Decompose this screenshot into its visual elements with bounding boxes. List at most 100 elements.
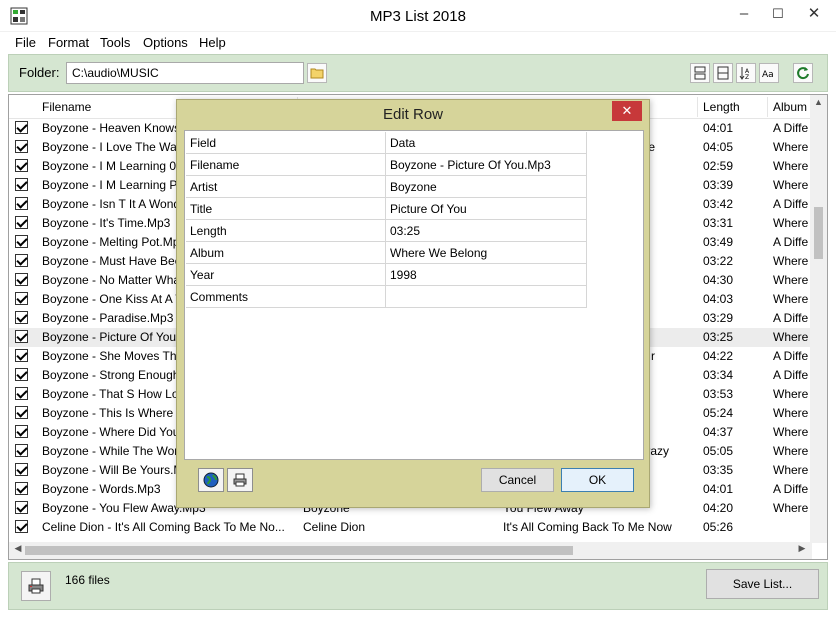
dialog-close-button[interactable]: ✕ xyxy=(612,101,642,121)
row-checkbox[interactable] xyxy=(15,425,28,438)
row-checkbox[interactable] xyxy=(15,311,28,324)
cancel-button[interactable]: Cancel xyxy=(481,468,554,492)
sort-button[interactable]: AZ xyxy=(736,63,756,83)
layout-rows-button[interactable] xyxy=(690,63,710,83)
cell-length: 02:59 xyxy=(703,159,734,173)
row-checkbox[interactable] xyxy=(15,235,28,248)
cell-length: 03:49 xyxy=(703,235,734,249)
print-button[interactable] xyxy=(21,571,51,601)
web-lookup-button[interactable] xyxy=(198,468,224,492)
row-checkbox[interactable] xyxy=(15,349,28,362)
cell-length: 04:01 xyxy=(703,121,734,135)
dialog-title: Edit Row xyxy=(382,106,444,123)
field-value-album[interactable]: Where We Belong xyxy=(386,242,587,264)
row-checkbox[interactable] xyxy=(15,273,28,286)
case-button[interactable]: Aa xyxy=(759,63,779,83)
field-value-title[interactable]: Picture Of You xyxy=(386,198,587,220)
row-checkbox[interactable] xyxy=(15,368,28,381)
scroll-up-arrow-icon[interactable]: ▲ xyxy=(810,97,827,111)
row-checkbox[interactable] xyxy=(15,140,28,153)
scroll-left-arrow-icon[interactable]: ◀ xyxy=(11,543,25,558)
row-checkbox[interactable] xyxy=(15,197,28,210)
ok-button[interactable]: OK xyxy=(561,468,634,492)
cell-album: A Diffe xyxy=(773,121,809,135)
row-checkbox[interactable] xyxy=(15,444,28,457)
save-list-button[interactable]: Save List... xyxy=(706,569,819,599)
row-checkbox[interactable] xyxy=(15,482,28,495)
refresh-button[interactable] xyxy=(793,63,813,83)
menu-options[interactable]: Options xyxy=(143,35,188,50)
vertical-scrollbar[interactable]: ▲ xyxy=(810,95,827,543)
menu-tools[interactable]: Tools xyxy=(100,35,130,50)
horizontal-scrollbar[interactable]: ◀ ▶ xyxy=(9,542,812,559)
browse-folder-button[interactable] xyxy=(307,63,327,83)
cell-length: 03:25 xyxy=(703,330,734,344)
rows-layout-icon xyxy=(694,66,706,80)
column-separator xyxy=(697,97,698,117)
row-checkbox[interactable] xyxy=(15,292,28,305)
menu-file[interactable]: File xyxy=(15,35,36,50)
row-checkbox[interactable] xyxy=(15,159,28,172)
cell-album: Where xyxy=(773,273,809,287)
vertical-scroll-thumb[interactable] xyxy=(814,207,823,259)
row-checkbox[interactable] xyxy=(15,216,28,229)
cell-title: It's All Coming Back To Me Now xyxy=(503,520,672,534)
cell-album: Where xyxy=(773,216,809,230)
row-checkbox[interactable] xyxy=(15,121,28,134)
cell-length: 04:30 xyxy=(703,273,734,287)
menu-help[interactable]: Help xyxy=(199,35,226,50)
field-label-title: Title xyxy=(186,198,386,220)
row-checkbox[interactable] xyxy=(15,520,28,533)
minimize-button[interactable]: – xyxy=(728,0,760,30)
maximize-button[interactable]: ☐ xyxy=(762,0,794,30)
cell-length: 03:42 xyxy=(703,197,734,211)
refresh-icon xyxy=(797,67,809,80)
field-value-artist[interactable]: Boyzone xyxy=(386,176,587,198)
field-value-comments[interactable] xyxy=(386,286,587,308)
close-button[interactable]: ✕ xyxy=(798,0,830,30)
cell-album: Where xyxy=(773,178,809,192)
cell-length: 03:29 xyxy=(703,311,734,325)
printer-icon xyxy=(28,578,44,594)
column-filename[interactable]: Filename xyxy=(42,100,91,114)
field-value-year[interactable]: 1998 xyxy=(386,264,587,286)
row-checkbox[interactable] xyxy=(15,178,28,191)
cell-length: 04:20 xyxy=(703,501,734,515)
cell-album: Where xyxy=(773,292,809,306)
scroll-right-arrow-icon[interactable]: ▶ xyxy=(795,543,809,558)
dialog-print-button[interactable] xyxy=(227,468,253,492)
cell-length: 03:31 xyxy=(703,216,734,230)
folder-toolbar: Folder: AZ Aa xyxy=(8,54,828,92)
title-bar: MP3 List 2018 – ☐ ✕ xyxy=(0,0,836,32)
cell-length: 03:39 xyxy=(703,178,734,192)
row-checkbox[interactable] xyxy=(15,330,28,343)
menu-format[interactable]: Format xyxy=(48,35,89,50)
row-checkbox[interactable] xyxy=(15,463,28,476)
field-value-filename[interactable]: Boyzone - Picture Of You.Mp3 xyxy=(386,154,587,176)
window-title: MP3 List 2018 xyxy=(370,8,466,25)
row-checkbox[interactable] xyxy=(15,406,28,419)
grid-header-field: Field xyxy=(186,132,386,154)
cell-length: 03:35 xyxy=(703,463,734,477)
cell-album: Where xyxy=(773,463,809,477)
column-length[interactable]: Length xyxy=(703,100,740,114)
row-checkbox[interactable] xyxy=(15,501,28,514)
cell-album: Where xyxy=(773,254,809,268)
cell-length: 04:22 xyxy=(703,349,734,363)
list-row[interactable]: Celine Dion - It's All Coming Back To Me… xyxy=(9,518,812,537)
field-label-filename: Filename xyxy=(186,154,386,176)
grid-row: Title Picture Of You xyxy=(186,198,587,220)
column-album[interactable]: Album xyxy=(773,100,807,114)
cell-length: 05:24 xyxy=(703,406,734,420)
menu-bar: File Format Tools Options Help xyxy=(0,32,836,54)
grid-header-data: Data xyxy=(386,132,587,154)
folder-path-input[interactable] xyxy=(66,62,304,84)
row-checkbox[interactable] xyxy=(15,254,28,267)
cell-album: Where xyxy=(773,444,809,458)
layout-split-button[interactable] xyxy=(713,63,733,83)
horizontal-scroll-thumb[interactable] xyxy=(25,546,573,555)
cell-length: 04:03 xyxy=(703,292,734,306)
row-checkbox[interactable] xyxy=(15,387,28,400)
cell-length: 03:22 xyxy=(703,254,734,268)
field-value-length[interactable]: 03:25 xyxy=(386,220,587,242)
